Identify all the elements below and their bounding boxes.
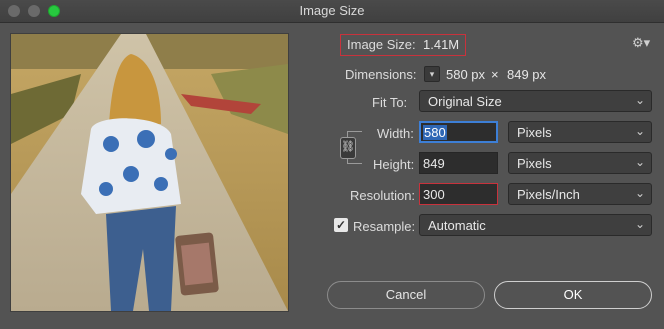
image-preview <box>10 33 289 312</box>
dimensions-label: Dimensions: <box>345 67 417 82</box>
gear-icon[interactable]: ⚙▾ <box>632 35 650 51</box>
link-icon[interactable]: ⛓ <box>340 137 356 159</box>
preview-photo <box>11 34 288 311</box>
width-input[interactable]: 580 <box>419 121 498 143</box>
dimensions-width: 580 px <box>446 67 486 82</box>
chevron-down-icon: ⌄ <box>634 93 645 107</box>
fit-to-label: Fit To: <box>372 95 408 110</box>
resolution-value: 300 <box>423 187 445 202</box>
ok-button[interactable]: OK <box>494 281 652 309</box>
chevron-down-icon: ⌄ <box>634 155 645 169</box>
height-unit-value: Pixels <box>517 156 552 171</box>
image-size-dialog: Image Size Image Size: 1.41M ⚙▾ Dimensio… <box>0 0 664 329</box>
window-title: Image Size <box>299 3 365 18</box>
dimensions-unit-dropdown[interactable]: ▾ <box>424 66 440 82</box>
dimensions-times: × <box>491 67 499 82</box>
height-input[interactable]: 849 <box>419 152 498 174</box>
resample-value: Automatic <box>428 218 486 233</box>
checkmark-icon: ✓ <box>335 218 347 232</box>
chevron-down-icon: ⌄ <box>634 217 645 231</box>
image-size-label: Image Size: <box>347 37 416 52</box>
width-value: 580 <box>423 125 447 140</box>
height-value: 849 <box>423 156 445 171</box>
width-label: Width: <box>377 126 414 141</box>
height-unit-select[interactable]: Pixels ⌄ <box>508 152 652 174</box>
width-unit-select[interactable]: Pixels ⌄ <box>508 121 652 143</box>
resample-label: Resample: <box>353 219 416 234</box>
height-label: Height: <box>373 157 415 172</box>
chevron-down-icon: ⌄ <box>634 186 645 200</box>
resolution-input[interactable]: 300 <box>419 183 498 205</box>
width-unit-value: Pixels <box>517 125 552 140</box>
title-bar: Image Size <box>0 0 664 23</box>
resolution-label: Resolution: <box>350 188 416 203</box>
dimensions-height: 849 px <box>507 67 547 82</box>
resample-checkbox[interactable]: ✓ <box>334 218 348 232</box>
fit-to-value: Original Size <box>428 94 502 109</box>
resolution-unit-select[interactable]: Pixels/Inch ⌄ <box>508 183 652 205</box>
resolution-unit-value: Pixels/Inch <box>517 187 580 202</box>
resample-select[interactable]: Automatic ⌄ <box>419 214 652 236</box>
chevron-down-icon: ⌄ <box>634 124 645 138</box>
image-size-value: 1.41M <box>423 37 460 52</box>
fit-to-select[interactable]: Original Size ⌄ <box>419 90 652 112</box>
cancel-button[interactable]: Cancel <box>327 281 485 309</box>
